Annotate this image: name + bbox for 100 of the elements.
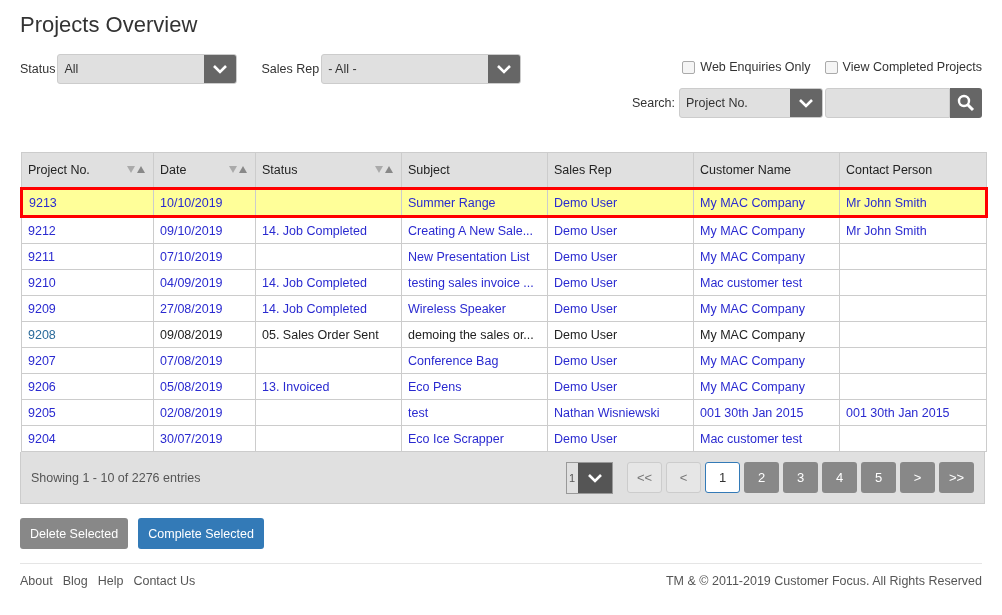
checkbox-label: Web Enquiries Only bbox=[700, 60, 811, 74]
table-cell[interactable]: 07/10/2019 bbox=[153, 243, 256, 270]
table-cell[interactable]: 27/08/2019 bbox=[153, 295, 256, 322]
footer-link[interactable]: About bbox=[20, 574, 53, 588]
sort-arrows-icon[interactable] bbox=[127, 166, 147, 174]
table-cell[interactable]: My MAC Company bbox=[693, 243, 840, 270]
chevron-down-icon bbox=[587, 472, 603, 483]
table-cell[interactable]: Demo User bbox=[547, 188, 694, 217]
checkbox[interactable] bbox=[824, 60, 838, 74]
column-header[interactable]: Sales Rep bbox=[547, 152, 694, 189]
table-cell[interactable]: 30/07/2019 bbox=[153, 425, 256, 452]
table-cell[interactable]: 04/09/2019 bbox=[153, 269, 256, 296]
table-cell[interactable]: test bbox=[401, 399, 548, 426]
table-cell[interactable]: My MAC Company bbox=[693, 216, 840, 244]
complete-button[interactable]: Complete Selected bbox=[138, 518, 264, 549]
table-cell[interactable]: Mac customer test bbox=[693, 269, 840, 296]
table-cell[interactable]: Mr John Smith bbox=[839, 188, 987, 217]
table-cell[interactable]: Demo User bbox=[547, 243, 694, 270]
table-cell[interactable]: Demo User bbox=[547, 295, 694, 322]
pagination-button[interactable]: > bbox=[900, 462, 935, 493]
checkbox-label: View Completed Projects bbox=[842, 60, 982, 74]
column-header[interactable]: Subject bbox=[401, 152, 548, 189]
table-cell[interactable]: 001 30th Jan 2015 bbox=[839, 399, 987, 426]
table-cell[interactable]: Mac customer test bbox=[693, 425, 840, 452]
table-cell[interactable]: Eco Ice Scrapper bbox=[401, 425, 548, 452]
table-cell[interactable]: My MAC Company bbox=[693, 295, 840, 322]
table-cell[interactable]: 9209 bbox=[21, 295, 154, 322]
search-field-dropdown[interactable]: Project No. bbox=[679, 88, 823, 118]
table-cell[interactable]: Demo User bbox=[547, 269, 694, 296]
pagination-button[interactable]: 5 bbox=[861, 462, 896, 493]
table-cell[interactable]: 07/08/2019 bbox=[153, 347, 256, 374]
delete-button[interactable]: Delete Selected bbox=[20, 518, 129, 549]
pagination-button[interactable]: >> bbox=[939, 462, 974, 493]
pagination-button[interactable]: 2 bbox=[744, 462, 779, 493]
table-cell[interactable]: demoing the sales or... bbox=[401, 321, 548, 348]
column-header[interactable]: Date bbox=[153, 152, 256, 189]
table-cell[interactable]: My MAC Company bbox=[693, 188, 840, 217]
pagination-button[interactable]: 3 bbox=[783, 462, 818, 493]
table-cell[interactable]: 9206 bbox=[21, 373, 154, 400]
table-cell[interactable]: 001 30th Jan 2015 bbox=[693, 399, 840, 426]
table-cell[interactable]: 9212 bbox=[21, 216, 154, 244]
sales-rep-label: Sales Rep bbox=[261, 62, 320, 76]
entries-summary: Showing 1 - 10 of 2276 entries bbox=[31, 470, 201, 485]
table-cell[interactable]: Wireless Speaker bbox=[401, 295, 548, 322]
table-cell[interactable]: Demo User bbox=[547, 321, 694, 348]
table-cell[interactable]: Nathan Wisniewski bbox=[547, 399, 694, 426]
table-cell[interactable]: 9207 bbox=[21, 347, 154, 374]
search-icon bbox=[957, 94, 975, 112]
table-cell[interactable]: 02/08/2019 bbox=[153, 399, 256, 426]
table-cell[interactable]: My MAC Company bbox=[693, 321, 840, 348]
table-cell[interactable]: Eco Pens bbox=[401, 373, 548, 400]
column-header[interactable]: Contact Person bbox=[839, 152, 987, 189]
table-cell[interactable]: 9211 bbox=[21, 243, 154, 270]
sales-rep-dropdown[interactable]: - All - bbox=[321, 54, 522, 84]
table-cell[interactable]: 9205 bbox=[21, 399, 154, 426]
footer-link[interactable]: Blog bbox=[62, 574, 88, 588]
chevron-down-icon bbox=[212, 64, 229, 74]
table-cell[interactable]: 09/08/2019 bbox=[153, 321, 256, 348]
pagination-button[interactable]: 1 bbox=[705, 462, 740, 493]
table-cell[interactable]: Demo User bbox=[547, 216, 694, 244]
table-cell[interactable]: 9208 bbox=[21, 321, 154, 348]
table-cell[interactable]: 14. Job Completed bbox=[255, 269, 402, 296]
table-cell[interactable]: Conference Bag bbox=[401, 347, 548, 374]
copyright-text: TM & © 2011-2019 Customer Focus. All Rights Reserved bbox=[665, 574, 982, 588]
column-header[interactable]: Customer Name bbox=[693, 152, 840, 189]
table-cell[interactable]: My MAC Company bbox=[693, 373, 840, 400]
table-cell[interactable]: My MAC Company bbox=[693, 347, 840, 374]
table-cell[interactable]: 14. Job Completed bbox=[255, 295, 402, 322]
page-size-dropdown[interactable]: 1 bbox=[565, 461, 613, 494]
table-cell[interactable]: testing sales invoice ... bbox=[401, 269, 548, 296]
checkbox[interactable] bbox=[682, 60, 696, 74]
table-cell[interactable]: 14. Job Completed bbox=[255, 216, 402, 244]
table-cell[interactable]: 9213 bbox=[21, 188, 154, 217]
table-cell[interactable]: Mr John Smith bbox=[839, 216, 987, 244]
table-cell[interactable]: 05/08/2019 bbox=[153, 373, 256, 400]
pagination-button[interactable]: 4 bbox=[822, 462, 857, 493]
table-cell[interactable]: 09/10/2019 bbox=[153, 216, 256, 244]
column-header[interactable]: Project No. bbox=[21, 152, 154, 189]
table-cell[interactable]: Summer Range bbox=[401, 188, 548, 217]
table-cell[interactable]: 13. Invoiced bbox=[255, 373, 402, 400]
table-cell[interactable]: 05. Sales Order Sent bbox=[255, 321, 402, 348]
sort-arrows-icon[interactable] bbox=[375, 166, 395, 174]
search-button[interactable] bbox=[950, 88, 982, 118]
table-cell[interactable]: Demo User bbox=[547, 425, 694, 452]
table-cell[interactable]: Demo User bbox=[547, 347, 694, 374]
table-cell[interactable]: New Presentation List bbox=[401, 243, 548, 270]
sort-arrows-icon[interactable] bbox=[229, 166, 249, 174]
column-header[interactable]: Status bbox=[255, 152, 402, 189]
table-cell[interactable]: Creating A New Sale... bbox=[401, 216, 548, 244]
table-cell[interactable]: 9210 bbox=[21, 269, 154, 296]
table-cell[interactable]: 9204 bbox=[21, 425, 154, 452]
search-field[interactable] bbox=[825, 88, 950, 118]
footer-link[interactable]: Contact Us bbox=[133, 574, 196, 588]
status-label: Status bbox=[20, 62, 56, 76]
table-cell[interactable]: Demo User bbox=[547, 373, 694, 400]
table-cell[interactable]: 10/10/2019 bbox=[153, 188, 256, 217]
status-dropdown[interactable]: All bbox=[57, 54, 238, 84]
footer-link[interactable]: Help bbox=[97, 574, 124, 588]
page-title: Projects Overview bbox=[20, 12, 199, 38]
chevron-down-icon bbox=[798, 98, 814, 108]
